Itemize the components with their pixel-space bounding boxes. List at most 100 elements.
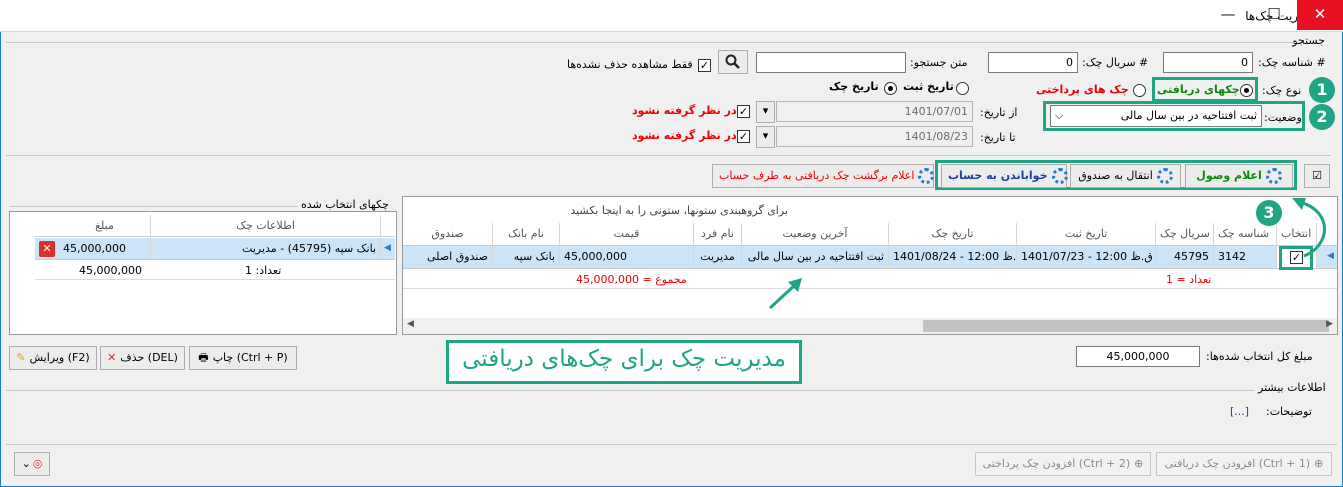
gear-icon: [1265, 168, 1282, 184]
annotation-caption: مدیریت چک برای چک‌های دریافتی: [462, 346, 786, 372]
total-selected-value: 45,000,000: [1076, 346, 1200, 367]
selected-row-info: بانک سپه (45795) - مدیریت: [151, 238, 381, 259]
from-ignore-checkbox[interactable]: ✓: [737, 105, 750, 118]
selected-row-amount: 45,000,000: [59, 238, 151, 259]
serial-label: # سریال چک:: [1082, 56, 1149, 69]
confirm-collection-label: اعلام وصول: [1196, 169, 1262, 182]
select-all-button[interactable]: ☑: [1304, 164, 1330, 188]
search-bottom-divider: [6, 155, 1331, 156]
col-check-date[interactable]: تاریخ چک: [889, 223, 1017, 245]
type-paid-label[interactable]: چک های پرداختی: [1036, 83, 1129, 96]
table-row[interactable]: ✓ 3142 45795 1401/07/23 - 12:00 ق.ظ 1401…: [403, 246, 1337, 269]
status-select[interactable]: ثبت افتتاحیه در بین سال مالی ⌵: [1050, 105, 1262, 127]
selected-header: اطلاعات چک مبلغ: [35, 215, 395, 237]
to-ignore-label: در نظر گرفته نشود: [632, 129, 737, 142]
add-received-label: افزودن چک دریافتی (Ctrl + 1): [1164, 457, 1311, 470]
col-register-date[interactable]: تاریخ ثبت: [1017, 223, 1156, 245]
grid-count: تعداد = 1: [1166, 273, 1212, 286]
edit-button[interactable]: ✎ ویرایش (F2): [9, 346, 97, 370]
date-register-radio[interactable]: [956, 82, 969, 95]
row-person: مدیریت: [694, 246, 742, 268]
description-link[interactable]: [...]: [1230, 405, 1249, 418]
col-check-id[interactable]: شناسه چک: [1214, 223, 1277, 245]
type-received-label[interactable]: چکهای دریافتی: [1157, 83, 1240, 96]
col-last-status[interactable]: آخرین وضعیت: [742, 223, 889, 245]
return-check-button[interactable]: اعلام برگشت چک دریافتی به طرف حساب: [712, 164, 935, 188]
confirm-collection-button[interactable]: اعلام وصول: [1185, 164, 1293, 188]
to-date-label: تا تاریخ:: [980, 131, 1016, 144]
selected-col-amount[interactable]: مبلغ: [59, 215, 151, 236]
deleted-only-checkbox[interactable]: ✓: [698, 59, 711, 72]
print-button[interactable]: 🖶 چاپ (Ctrl + P): [189, 346, 297, 370]
grid-footer: تعداد = 1 مجموع = 45,000,000: [403, 269, 1337, 289]
gear-icon: [918, 168, 935, 184]
annotation-arrow: [768, 278, 802, 310]
annotation-badge-2: 2: [1309, 104, 1335, 130]
maximize-button[interactable]: ☐: [1251, 0, 1297, 30]
gear-icon: [1156, 168, 1173, 184]
scrollbar-thumb[interactable]: [923, 320, 1329, 332]
deposit-to-account-button[interactable]: خواباندن به حساب: [941, 164, 1068, 188]
row-serial: 45795: [1156, 246, 1214, 268]
grid-sum: مجموع = 45,000,000: [576, 273, 687, 286]
search-text-label: متن جستجو:: [910, 56, 968, 69]
type-label: نوع چک:: [1262, 84, 1302, 97]
plus-circle-icon: ⊕: [1314, 457, 1324, 470]
add-paid-check-button[interactable]: افزودن چک پرداختی (Ctrl + 2) ⊕: [975, 452, 1151, 476]
add-received-check-button[interactable]: افزودن چک دریافتی (Ctrl + 1) ⊕: [1156, 452, 1332, 476]
title-bar: مدیریت چک‌ها — ☐ ✕: [0, 0, 1343, 32]
date-check-label: تاریخ چک: [829, 80, 879, 93]
check-id-input[interactable]: 0: [1163, 52, 1253, 73]
annotation-badge-3: 3: [1256, 200, 1282, 226]
transfer-to-box-button[interactable]: انتقال به صندوق: [1070, 164, 1181, 188]
col-box[interactable]: صندوق: [403, 223, 493, 245]
selected-row[interactable]: بانک سپه (45795) - مدیریت 45,000,000 ✕: [35, 238, 395, 260]
from-date-input[interactable]: 1401/07/01: [776, 101, 973, 122]
gear-icon: [1051, 168, 1068, 184]
scroll-right-icon[interactable]: ▶: [1326, 319, 1333, 329]
from-ignore-label: در نظر گرفته نشود: [632, 104, 737, 117]
bottom-divider: [6, 444, 1337, 445]
grid-hscrollbar[interactable]: ◀ ▶: [403, 318, 1337, 334]
chevron-down-icon: ▾: [762, 129, 769, 142]
remove-icon[interactable]: ✕: [39, 241, 55, 257]
close-button[interactable]: ✕: [1297, 0, 1343, 30]
deposit-to-account-label: خواباندن به حساب: [948, 169, 1048, 182]
pencil-icon: ✎: [16, 351, 26, 364]
selected-divider: [10, 206, 298, 207]
help-dropdown-button[interactable]: ⌄ ◎: [14, 452, 50, 476]
selected-col-info[interactable]: اطلاعات چک: [151, 215, 381, 236]
chevron-down-icon: ⌄: [21, 457, 31, 470]
type-received-radio[interactable]: [1240, 84, 1253, 97]
to-date-input[interactable]: 1401/08/23: [776, 126, 973, 147]
transfer-to-box-label: انتقال به صندوق: [1078, 169, 1153, 182]
selected-row-indicator-icon: ◀: [384, 243, 391, 253]
plus-circle-icon: ⊕: [1134, 457, 1144, 470]
chevron-down-icon: ▾: [762, 104, 769, 117]
search-button[interactable]: [718, 50, 748, 74]
edit-label: ویرایش (F2): [29, 351, 90, 364]
from-date-dropdown[interactable]: ▾: [756, 101, 775, 123]
delete-button[interactable]: ✕ حذف (DEL): [100, 346, 185, 370]
print-label: چاپ (Ctrl + P): [212, 351, 288, 364]
col-serial[interactable]: سریال چک: [1156, 223, 1214, 245]
minimize-button[interactable]: —: [1205, 0, 1251, 30]
deleted-only-label: فقط مشاهده حذف نشده‌ها: [567, 58, 693, 71]
search-text-input[interactable]: [756, 52, 906, 73]
serial-input[interactable]: 0: [988, 52, 1078, 73]
to-date-dropdown[interactable]: ▾: [756, 126, 775, 148]
chevron-down-icon: ⌵: [1055, 109, 1064, 122]
to-ignore-checkbox[interactable]: ✓: [737, 130, 750, 143]
delete-icon: ✕: [107, 351, 117, 364]
col-bank[interactable]: نام بانک: [493, 223, 560, 245]
col-price[interactable]: قیمت: [560, 223, 694, 245]
search-icon: [725, 54, 740, 69]
more-info-label: اطلاعات بیشتر: [1258, 381, 1326, 394]
return-check-label: اعلام برگشت چک دریافتی به طرف حساب: [719, 169, 915, 182]
date-check-radio[interactable]: [884, 82, 897, 95]
grid-header: انتخاب شناسه چک سریال چک تاریخ ثبت تاریخ…: [403, 223, 1337, 246]
scroll-left-icon[interactable]: ◀: [407, 319, 414, 329]
group-hint: برای گروهبندی ستونها، ستونی را به اینجا …: [570, 204, 788, 217]
col-person[interactable]: نام فرد: [694, 223, 742, 245]
type-paid-radio[interactable]: [1133, 84, 1146, 97]
